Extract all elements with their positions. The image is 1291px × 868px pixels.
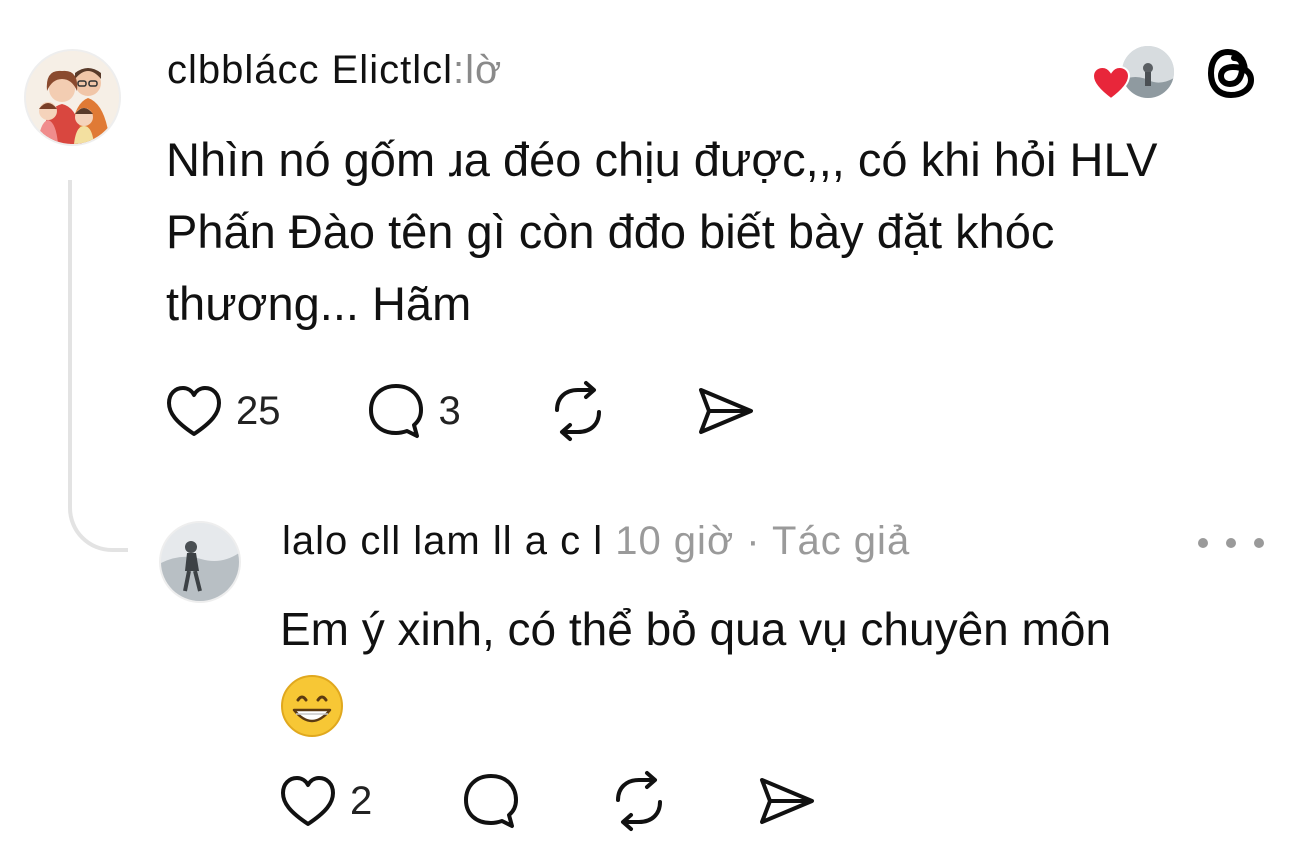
- threads-logo-icon[interactable]: [1200, 40, 1266, 106]
- reply-body-text: Em ý xinh, có thể bỏ qua vụ chuyên môn: [280, 603, 1112, 655]
- post-like-button[interactable]: 25: [164, 382, 281, 440]
- family-cartoon-avatar-icon: [26, 51, 119, 144]
- send-icon: [760, 778, 815, 824]
- grinning-face-emoji-icon: [281, 674, 343, 737]
- post-author-username[interactable]: clbblácc Elictlcl: [167, 48, 453, 92]
- author-badge: Tác giả: [772, 519, 911, 563]
- post-timestamp: :lờ: [452, 48, 503, 92]
- reply-like-count: 2: [350, 778, 373, 823]
- more-options-button[interactable]: [1198, 528, 1264, 558]
- thread-connector-line: [68, 180, 128, 552]
- heart-badge-icon: [1092, 66, 1130, 100]
- more-dot-icon: [1226, 538, 1236, 548]
- reply-meta-separator: ·: [746, 519, 761, 563]
- post-share-button[interactable]: [695, 380, 757, 442]
- more-dot-icon: [1198, 538, 1208, 548]
- reply-repost-button[interactable]: [608, 770, 670, 832]
- repost-icon: [616, 771, 663, 831]
- post-author-username-row[interactable]: clbblácc Elictlcl:lờ: [167, 48, 502, 93]
- comment-bubble-icon: [464, 774, 519, 828]
- post-action-bar: 25 3: [164, 380, 757, 442]
- reply-body: Em ý xinh, có thể bỏ qua vụ chuyên môn: [280, 594, 1270, 738]
- reply-reply-button[interactable]: [460, 770, 522, 832]
- heart-outline-icon: [167, 386, 221, 436]
- reply-author-avatar[interactable]: [159, 521, 241, 603]
- more-dot-icon: [1254, 538, 1264, 548]
- comment-bubble-icon: [368, 384, 423, 438]
- reply-author-username[interactable]: lalo cll lam ll a c l: [282, 519, 603, 563]
- post-body-text: Nhìn nó gốm ɹa đéo chịu được,,, có khi h…: [166, 133, 1158, 330]
- reply-timestamp: 10 giờ: [615, 519, 735, 563]
- repost-icon: [554, 381, 601, 441]
- reply-like-button[interactable]: 2: [278, 772, 372, 830]
- heart-outline-icon: [281, 776, 335, 826]
- post-repost-button[interactable]: [547, 380, 609, 442]
- post-like-count: 25: [236, 388, 281, 433]
- thread-page: clbblácc Elictlcl:lờ Nhìn nó gốm ɹa đéo …: [0, 0, 1291, 868]
- reply-share-button[interactable]: [756, 770, 818, 832]
- reply-action-bar: 2: [278, 770, 818, 832]
- liker-avatar-stack[interactable]: [1090, 44, 1180, 102]
- send-icon: [698, 388, 753, 434]
- post-reply-button[interactable]: 3: [365, 380, 461, 442]
- runner-photo-icon: [161, 523, 239, 601]
- post-author-avatar[interactable]: [24, 49, 121, 146]
- reply-header-row: lalo cll lam ll a c l 10 giờ · Tác giả: [282, 519, 910, 564]
- post-reply-count: 3: [438, 388, 461, 433]
